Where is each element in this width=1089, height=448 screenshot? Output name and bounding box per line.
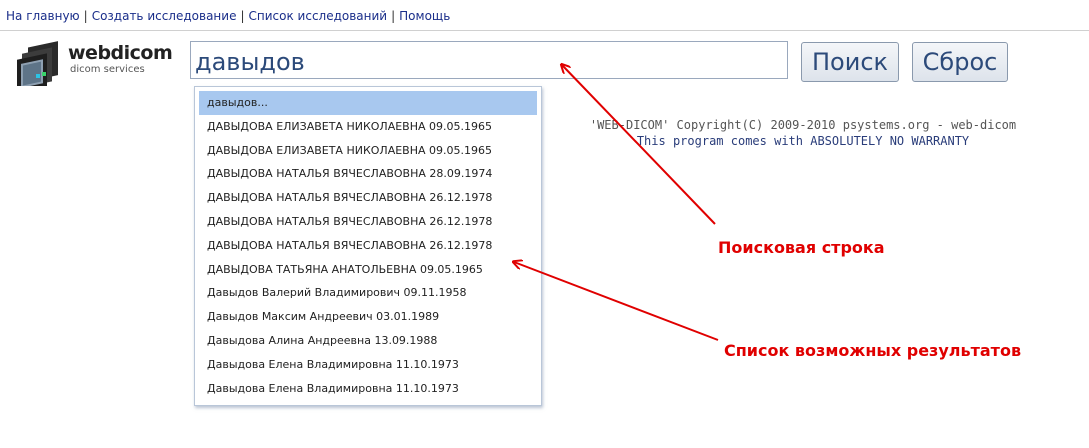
search-bar-arrow (562, 65, 716, 225)
results-list-annotation: Список возможных результатов (724, 341, 1022, 360)
search-bar-annotation: Поисковая строка (718, 238, 885, 257)
annotation-arrows (0, 0, 719, 341)
results-list-arrow (514, 262, 719, 341)
